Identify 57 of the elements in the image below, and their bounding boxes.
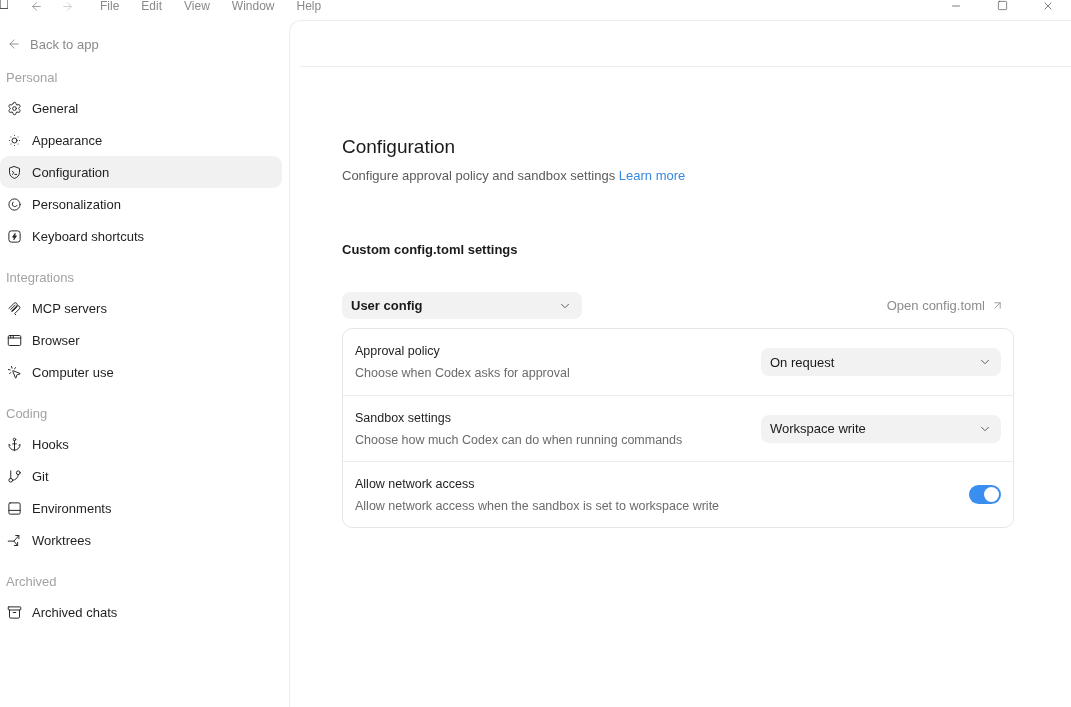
setting-dropdown[interactable]: On request [761,348,1001,376]
sidebar-item[interactable]: Environments [0,492,282,524]
open-config-link[interactable]: Open config.toml [886,298,1004,313]
panel-icon [7,500,22,516]
braid-icon [7,300,22,316]
sidebar-item[interactable]: Worktrees [0,524,282,556]
gear-icon [7,100,22,116]
sidebar-item[interactable]: MCP servers [0,292,282,324]
config-scope-dropdown[interactable]: User config [342,292,582,319]
section-heading: Coding [5,405,49,423]
sidebar-item[interactable]: Configuration [0,156,282,188]
arrow-up-right-icon [991,299,1004,312]
close-icon[interactable] [1042,0,1054,12]
section-title: Custom config.toml settings [342,241,519,259]
split-arrow-icon [7,532,22,548]
toggle-switch[interactable] [969,485,1001,504]
setting-description: Choose when Codex asks for approval [355,365,570,382]
sidebar-item[interactable]: Appearance [0,124,282,156]
sidebar-item[interactable]: Keyboard shortcuts [0,220,282,252]
menu-item[interactable]: Help [285,0,333,12]
back-arrow-icon [7,37,21,51]
sidebar-item[interactable]: General [0,92,282,124]
learn-more-link[interactable]: Learn more [618,168,686,183]
setting-description: Choose how much Codex can do when running commands [355,431,683,449]
sidebar-item[interactable]: Personalization [0,188,282,220]
app-icon [0,0,8,9]
sidebar-item[interactable]: Hooks [0,428,282,460]
archive-box-icon [7,604,22,620]
branch-icon [7,468,22,484]
page-title: Configuration [342,135,457,159]
setting-label: Allow network access [355,475,476,493]
swirl-circle-icon [7,196,22,212]
back-arrow-icon[interactable] [30,0,43,13]
section-heading: Integrations [5,269,75,287]
sidebar-item[interactable]: Computer use [0,356,282,388]
menu-item[interactable]: Edit [130,0,174,12]
setting-label: Sandbox settings [355,409,452,427]
setting-description: Allow network access when the sandbox is set to workspace write [355,497,720,515]
section-heading: Archived [5,573,58,591]
sidebar-item[interactable]: Archived chats [0,596,282,628]
sidebar-item[interactable]: Git [0,460,282,492]
bolt-square-icon [7,228,22,244]
menu-item[interactable]: Window [220,0,286,12]
section-heading: Personal [5,69,59,87]
pointer-click-icon [7,364,22,380]
menu-item[interactable]: View [173,0,221,12]
setting-label: Approval policy [355,343,441,360]
setting-dropdown[interactable]: Workspace write [761,414,1001,443]
page-description: Configure approval policy and sandbox settings Learn more [342,167,687,185]
sun-icon [7,132,22,148]
menu-item[interactable]: File [89,0,131,12]
back-link[interactable]: Back to app [0,28,282,60]
maximize-icon[interactable] [996,0,1008,11]
browser-window-icon [7,332,22,348]
anchor-icon [7,436,22,452]
shield-terminal-icon [7,164,22,180]
sidebar-item[interactable]: Browser [0,324,282,356]
